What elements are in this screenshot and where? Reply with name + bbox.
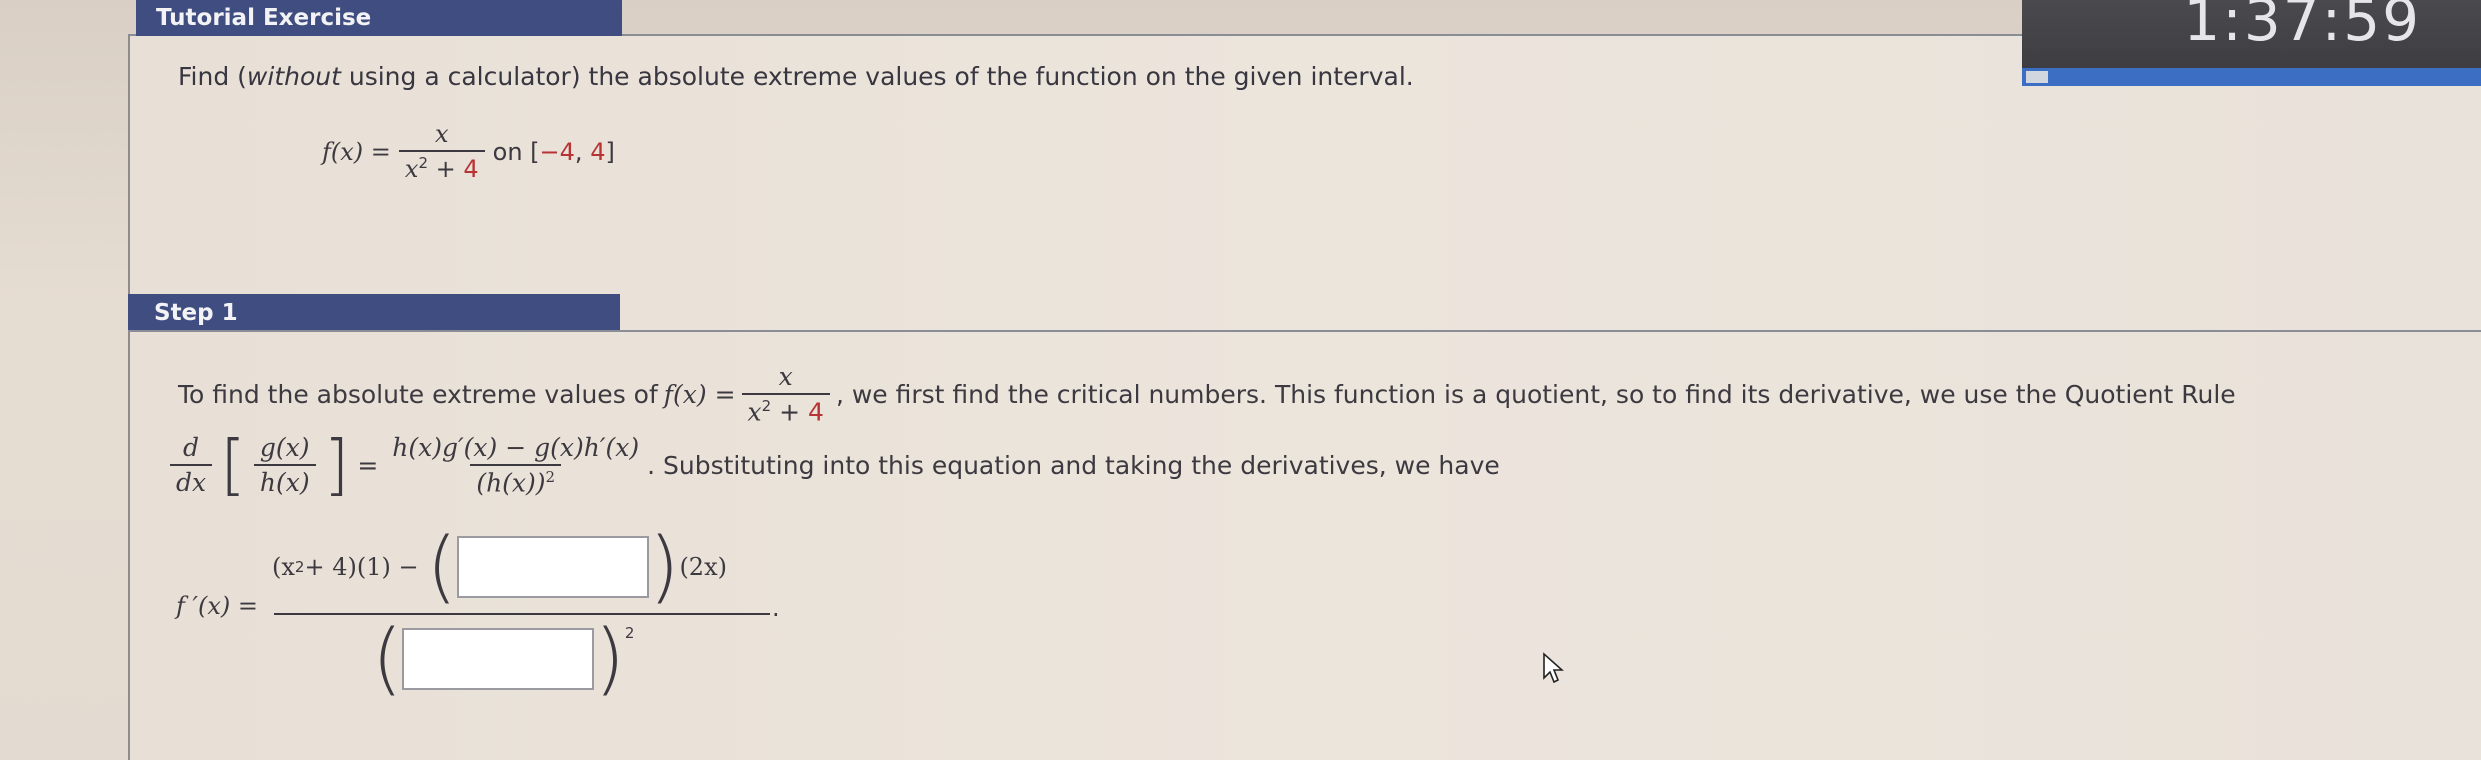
function-lhs: f(x) = [322, 137, 391, 166]
quotient-rule: d dx [ g(x) h(x) ] = h(x)g′(x) − g(x)h′(… [170, 432, 1500, 498]
step-divider [128, 330, 2481, 332]
numerator-answer-input[interactable] [457, 536, 649, 598]
question-prompt: Find (without using a calculator) the ab… [178, 62, 1414, 91]
timer-progress-bar [2022, 68, 2481, 86]
step-1-tab: Step 1 [128, 294, 620, 332]
tutorial-exercise-tab: Tutorial Exercise [136, 0, 622, 36]
timer-collapse-button[interactable] [2026, 71, 2048, 83]
step-label: Step 1 [154, 300, 238, 326]
step-function-fraction: x x2 + 4 [741, 362, 830, 426]
derivative-numerator: (x 2 + 4)(1) − ( ) (2x) [272, 522, 727, 612]
interval: on [−4, 4] [492, 137, 615, 166]
mouse-pointer-icon [1542, 652, 1565, 688]
denominator-answer-input[interactable] [402, 628, 595, 690]
timer-text: 1:37:59 [2183, 0, 2421, 54]
function-definition: f(x) = x x2 + 4 on [−4, 4] [322, 120, 615, 183]
derivative-denominator: ( ) 2 [372, 614, 635, 704]
fprime-label: f ′(x) = [176, 592, 258, 620]
timer: 1:37:59 [2022, 0, 2481, 68]
function-fraction: x x2 + 4 [398, 120, 485, 183]
tutorial-exercise-title: Tutorial Exercise [156, 5, 372, 31]
derivative-fraction-bar [274, 613, 770, 615]
step-1-intro: To find the absolute extreme values of f… [178, 362, 2236, 427]
